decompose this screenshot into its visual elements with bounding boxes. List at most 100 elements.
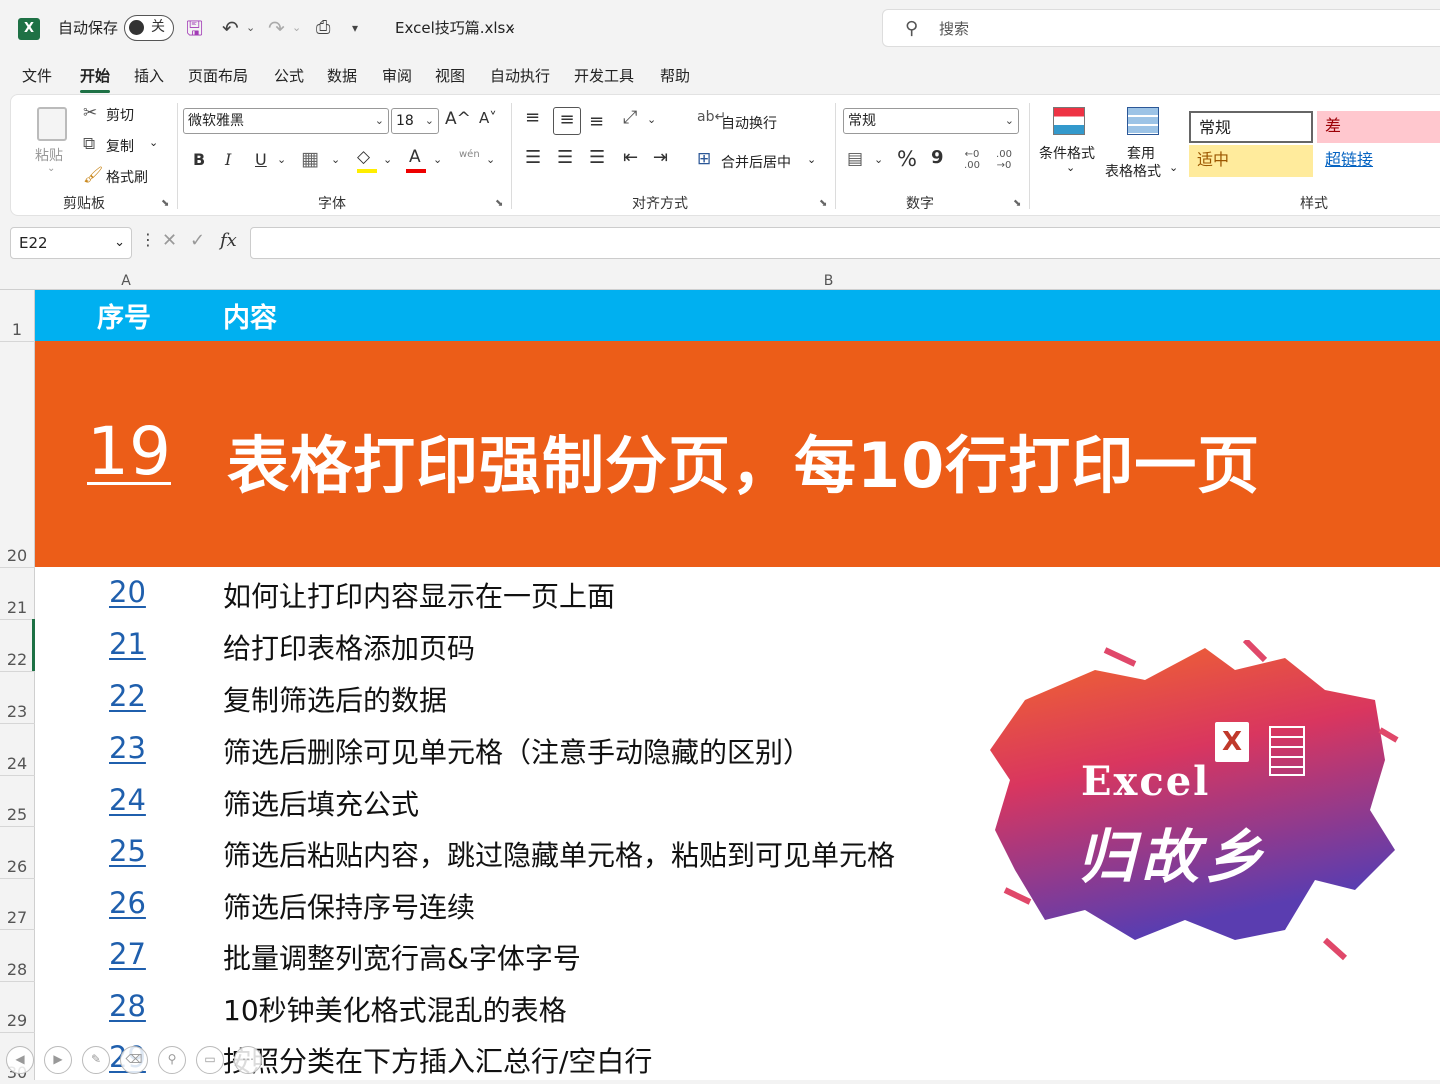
number-format-combo[interactable]: 常规 ⌄ [843,108,1019,134]
insert-function-icon[interactable]: fx [220,230,237,251]
enter-icon[interactable]: ✓ [190,230,205,251]
featured-row[interactable]: 19 表格打印强制分页，每10行打印一页 [35,341,1440,567]
row-number[interactable]: 23 [0,702,34,721]
fill-color-icon[interactable]: ◇ [357,147,370,167]
clipboard-launcher-icon[interactable]: ⬊ [161,198,169,209]
column-header-b[interactable]: B [217,268,1440,290]
filename-dropdown-icon[interactable]: ⌄ [506,14,517,42]
row-number[interactable]: 21 [0,598,34,617]
format-as-table-label-1[interactable]: 套用 [1127,143,1155,163]
autosave-toggle[interactable]: 关 [124,15,174,41]
number-launcher-icon[interactable]: ⬊ [1013,198,1021,209]
screen-icon[interactable]: ▭ [196,1046,224,1074]
increase-decimal-icon[interactable]: ←0 .00 [959,149,985,171]
conditional-formatting-icon[interactable] [1053,107,1085,135]
decrease-indent-icon[interactable]: ⇤ [623,147,638,168]
table-row[interactable]: 20 如何让打印内容显示在一页上面 [35,567,1440,619]
tab-view[interactable]: 视图 [435,65,465,86]
increase-indent-icon[interactable]: ⇥ [653,147,668,168]
filename[interactable]: Excel技巧篇.xlsx [395,14,514,42]
excel-logo-icon[interactable]: X [18,18,40,40]
print-preview-icon[interactable]: ⎙ [316,14,330,42]
previous-icon[interactable]: ◀ [6,1046,34,1074]
table-row[interactable]: 28 10秒钟美化格式混乱的表格 [35,981,1440,1033]
percent-icon[interactable]: % [897,147,917,171]
align-center-icon[interactable]: ☰ [557,147,573,168]
save-icon[interactable]: 🖫 [186,14,203,42]
font-launcher-icon[interactable]: ⬊ [495,198,503,209]
style-neutral[interactable]: 适中 [1189,145,1313,177]
align-middle-icon[interactable]: ≡ [553,107,581,135]
row-number[interactable]: 25 [0,805,34,824]
undo-icon[interactable]: ↶ [222,14,239,42]
more-options-icon[interactable]: ⋮ [140,230,156,249]
featured-row-number-link[interactable]: 19 [87,413,171,490]
tab-review[interactable]: 审阅 [382,65,412,86]
row-number[interactable]: 29 [0,1011,34,1030]
merge-dropdown-icon[interactable]: ⌄ [807,153,816,166]
column-header-a[interactable]: A [35,268,217,290]
more-icon[interactable]: ⋯ [234,1046,262,1074]
undo-dropdown-icon[interactable]: ⌄ [246,14,255,42]
align-left-icon[interactable]: ☰ [525,147,541,168]
format-painter-icon[interactable]: 🖌 [83,165,103,184]
tab-home[interactable]: 开始 [80,65,111,93]
row-number[interactable]: 27 [0,908,34,927]
tab-data[interactable]: 数据 [327,65,357,86]
copy-dropdown-icon[interactable]: ⌄ [149,136,158,149]
redo-icon[interactable]: ↷ [268,14,285,42]
comma-style-icon[interactable]: 9 [931,147,944,168]
merge-center-label[interactable]: 合并后居中 [721,152,791,172]
select-all-corner[interactable] [0,268,35,290]
phonetic-icon[interactable]: wén [459,149,480,160]
bold-icon[interactable]: B [193,150,205,169]
font-color-icon[interactable]: A [409,147,421,167]
row-index-link[interactable]: 25 [109,834,146,868]
style-bad[interactable]: 差 [1317,111,1440,143]
row-index-link[interactable]: 22 [109,679,146,713]
conditional-formatting-label[interactable]: 条件格式 [1039,143,1095,163]
cut-label[interactable]: 剪切 [106,105,134,125]
row-number[interactable]: 28 [0,960,34,979]
header-row[interactable]: 序号 内容 [35,290,1440,341]
table-dropdown-icon[interactable]: ⌄ [1169,161,1178,174]
conditional-dropdown-icon[interactable]: ⌄ [1066,161,1075,174]
style-normal[interactable]: 常规 [1189,111,1313,143]
search-box[interactable]: ⚲ 搜索 [882,9,1440,47]
align-top-icon[interactable]: ≡ [525,107,540,128]
tab-formulas[interactable]: 公式 [274,65,304,86]
currency-icon[interactable]: ▤ [847,149,863,169]
tab-page-layout[interactable]: 页面布局 [188,65,248,86]
name-box[interactable]: E22 ⌄ [10,227,132,259]
grow-font-icon[interactable]: A^ [445,109,471,129]
underline-dropdown-icon[interactable]: ⌄ [277,153,286,166]
phonetic-dropdown-icon[interactable]: ⌄ [486,153,495,166]
currency-dropdown-icon[interactable]: ⌄ [874,153,883,166]
paste-label[interactable]: 粘贴 [35,145,63,165]
row-number[interactable]: 1 [0,320,34,339]
row-index-link[interactable]: 28 [109,989,146,1023]
pen-icon[interactable]: ✎ [82,1046,110,1074]
cut-icon[interactable]: ✂ [83,103,97,123]
font-name-combo[interactable]: 微软雅黑 ⌄ [183,108,389,134]
row-number[interactable]: 24 [0,754,34,773]
next-icon[interactable]: ▶ [44,1046,72,1074]
customize-toolbar-icon[interactable]: ▾ [352,14,358,42]
paste-dropdown-icon[interactable]: ⌄ [47,163,55,174]
row-index-link[interactable]: 23 [109,731,146,765]
zoom-icon[interactable]: ⚲ [158,1046,186,1074]
align-right-icon[interactable]: ☰ [589,147,605,168]
row-index-link[interactable]: 27 [109,937,146,971]
tab-file[interactable]: 文件 [22,65,52,86]
format-painter-label[interactable]: 格式刷 [106,167,148,187]
paste-icon[interactable] [37,107,67,141]
redo-dropdown-icon[interactable]: ⌄ [292,14,301,42]
wrap-text-label[interactable]: 自动换行 [721,113,777,133]
copy-icon[interactable]: ⧉ [83,134,95,154]
row-index-link[interactable]: 21 [109,627,146,661]
decrease-decimal-icon[interactable]: .00 →0 [991,149,1017,171]
row-index-link[interactable]: 24 [109,783,146,817]
format-as-table-label-2[interactable]: 表格格式 [1105,161,1161,181]
tab-automate[interactable]: 自动执行 [490,65,550,86]
italic-icon[interactable]: I [225,150,231,169]
